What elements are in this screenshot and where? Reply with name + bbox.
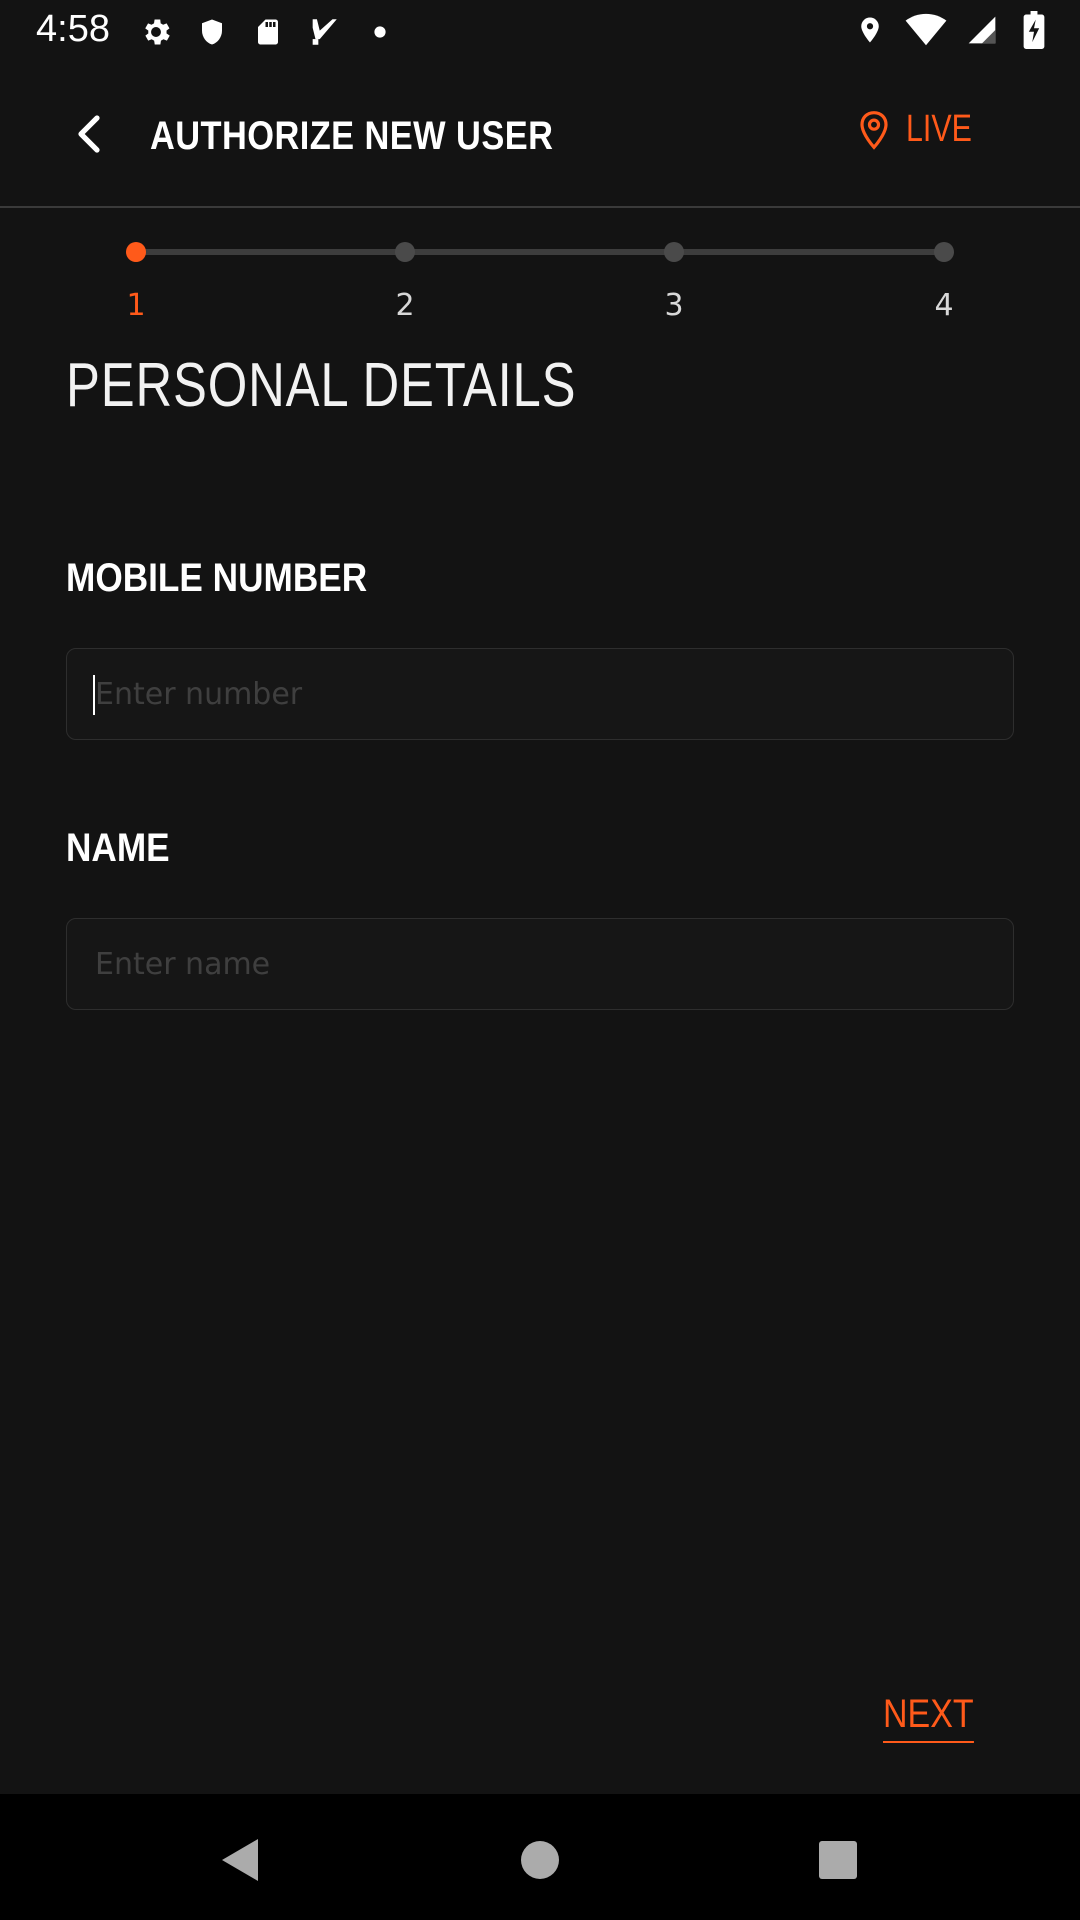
sd-card-icon bbox=[250, 14, 286, 50]
name-field[interactable] bbox=[66, 918, 1014, 1010]
signal-icon bbox=[964, 12, 1000, 48]
nav-back-button[interactable] bbox=[210, 1830, 270, 1890]
mobile-number-field[interactable] bbox=[66, 648, 1014, 740]
step-dot-3 bbox=[664, 242, 684, 262]
step-dot-4 bbox=[934, 242, 954, 262]
check-flag-icon bbox=[306, 14, 342, 50]
live-button[interactable]: LIVE bbox=[858, 108, 988, 151]
app-bar: AUTHORIZE NEW USER LIVE bbox=[0, 62, 1080, 208]
system-nav-bar bbox=[0, 1794, 1080, 1920]
triangle-back-icon bbox=[222, 1839, 258, 1881]
text-cursor bbox=[93, 675, 95, 715]
step-dot-2 bbox=[395, 242, 415, 262]
nav-home-button[interactable] bbox=[510, 1830, 570, 1890]
step-number-2: 2 bbox=[395, 288, 415, 323]
system-icons bbox=[852, 11, 1052, 49]
circle-home-icon bbox=[521, 1841, 559, 1879]
step-dot-1 bbox=[126, 242, 146, 262]
step-number-1: 1 bbox=[126, 288, 146, 323]
name-input[interactable] bbox=[93, 919, 987, 1009]
section-title: PERSONAL DETAILS bbox=[66, 351, 577, 420]
nav-recents-button[interactable] bbox=[808, 1830, 868, 1890]
name-label: NAME bbox=[66, 826, 170, 870]
notification-icons bbox=[138, 14, 398, 50]
status-bar: 4:58 bbox=[0, 0, 1080, 62]
battery-charging-icon bbox=[1016, 11, 1052, 49]
location-icon bbox=[852, 12, 888, 48]
chevron-left-icon bbox=[78, 115, 100, 153]
progress-stepper: 1 2 3 4 bbox=[0, 236, 1080, 326]
status-time: 4:58 bbox=[36, 8, 110, 50]
shield-icon bbox=[194, 14, 230, 50]
step-number-3: 3 bbox=[664, 288, 684, 323]
square-recents-icon bbox=[819, 1841, 857, 1879]
live-label: LIVE bbox=[905, 108, 972, 150]
page-title: AUTHORIZE NEW USER bbox=[150, 114, 554, 158]
mobile-number-input[interactable] bbox=[93, 649, 987, 739]
stepper-track bbox=[136, 249, 944, 255]
map-pin-icon bbox=[860, 110, 888, 150]
mobile-number-label: MOBILE NUMBER bbox=[66, 556, 368, 600]
gear-icon bbox=[138, 14, 174, 50]
wifi-icon bbox=[904, 12, 948, 48]
dot-icon bbox=[362, 14, 398, 50]
step-number-4: 4 bbox=[934, 288, 954, 323]
next-button[interactable]: NEXT bbox=[883, 1692, 974, 1743]
back-button[interactable] bbox=[66, 110, 110, 158]
